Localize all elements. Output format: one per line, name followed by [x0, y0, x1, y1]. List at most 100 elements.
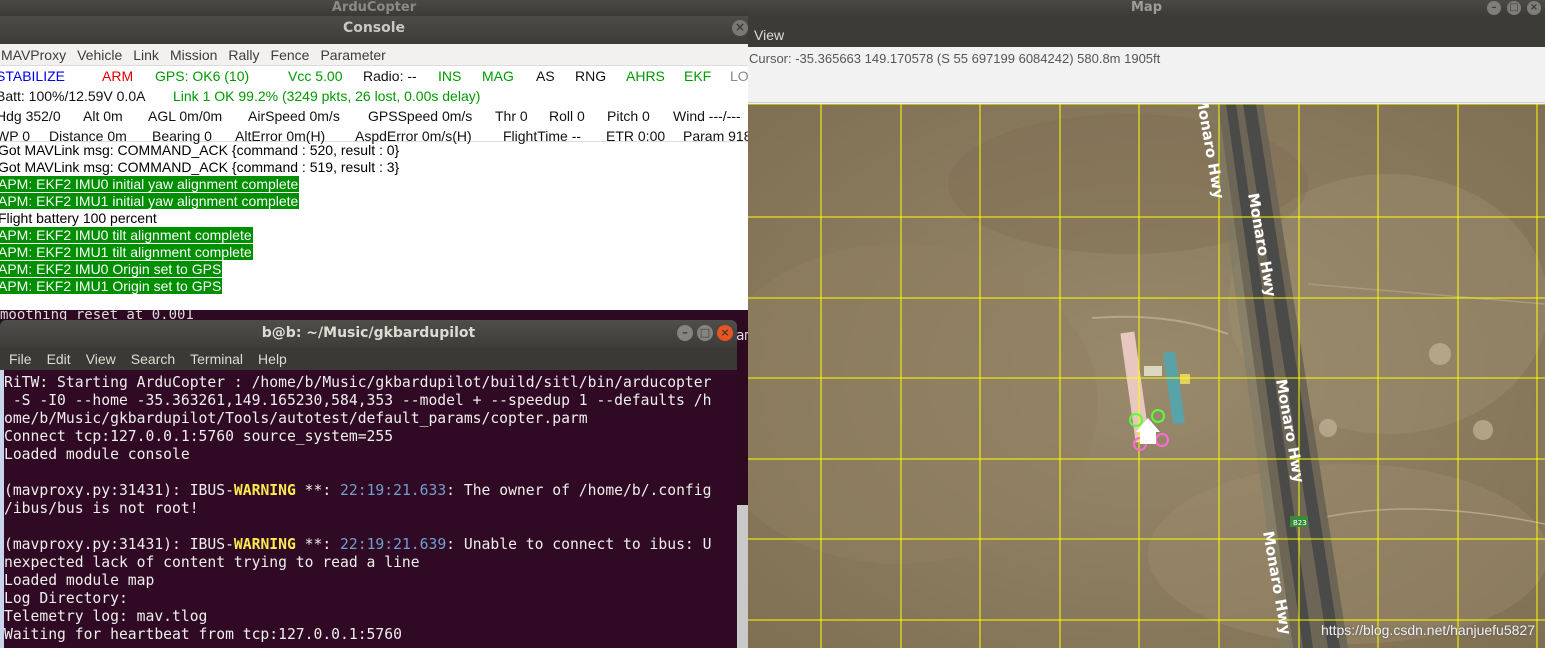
- console-log-text: Flight battery 100 percent: [0, 210, 157, 226]
- waypoint-value: WP 0: [0, 128, 30, 144]
- status-row-1: STABILIZE ARM GPS: OK6 (10) Vcc 5.00 Rad…: [0, 66, 748, 86]
- lo-status: LO: [730, 68, 748, 84]
- alterror-value: AltError 0m(H): [235, 128, 326, 144]
- airspeed-value: AirSpeed 0m/s: [248, 108, 340, 124]
- warning-level: WARNING: [233, 536, 296, 553]
- mag-status: MAG: [482, 68, 514, 84]
- console-log-line: APM: EKF2 IMU0 tilt alignment complete: [0, 227, 748, 244]
- terminal-line: nexpected lack of content trying to read…: [4, 554, 420, 571]
- console-menubar: MAVProxy Vehicle Link Mission Rally Fenc…: [0, 44, 748, 66]
- map-canvas[interactable]: Monaro Hwy Monaro Hwy Monaro Hwy Monaro …: [748, 94, 1545, 648]
- as-status: AS: [536, 68, 555, 84]
- cursor-readout: Cursor: -35.365663 149.170578 (S 55 6971…: [749, 51, 1161, 66]
- warning-time: 22:19:21.633: [340, 482, 447, 499]
- desktop-strip: [736, 505, 748, 648]
- rng-status: RNG: [575, 68, 607, 84]
- menu-terminal[interactable]: Terminal: [190, 351, 243, 367]
- terminal-line: Waiting for heartbeat from tcp:127.0.0.1…: [4, 626, 402, 643]
- aspderror-value: AspdError 0m/s(H): [355, 128, 472, 144]
- console-log-line: APM: EKF2 IMU1 tilt alignment complete: [0, 244, 748, 261]
- terminal-line: Connect tcp:127.0.0.1:5760 source_system…: [4, 428, 394, 445]
- minimize-button[interactable]: –: [677, 325, 693, 341]
- menu-fence[interactable]: Fence: [271, 47, 310, 63]
- radio-status: Radio: --: [363, 68, 417, 84]
- satellite-map[interactable]: Monaro Hwy Monaro Hwy Monaro Hwy Monaro …: [748, 94, 1545, 648]
- map-menu-view[interactable]: View: [754, 27, 784, 43]
- console-log-line: APM: EKF2 IMU0 initial yaw alignment com…: [0, 176, 748, 193]
- map-menubar: View: [748, 17, 1545, 47]
- throttle-value: Thr 0: [495, 108, 528, 124]
- menu-link[interactable]: Link: [133, 47, 159, 63]
- terminal-menubar: File Edit View Search Terminal Help: [0, 348, 737, 370]
- warning-separator: **:: [295, 482, 341, 499]
- map-minimize-button[interactable]: –: [1487, 1, 1501, 15]
- menu-view[interactable]: View: [86, 351, 116, 367]
- map-maximize-button[interactable]: □: [1507, 1, 1521, 15]
- terminal-line: -S -I0 --home -35.363261,149.165230,584,…: [4, 392, 712, 409]
- menu-help[interactable]: Help: [258, 351, 287, 367]
- console-close-button[interactable]: ×: [732, 20, 748, 36]
- battery-status: Batt: 100%/12.59V 0.0A: [0, 88, 146, 104]
- maximize-button[interactable]: □: [697, 325, 713, 341]
- terminal-left-edge: [0, 370, 4, 648]
- warning-separator: **:: [295, 536, 341, 553]
- terminal-titlebar: b@b: ~/Music/gkbardupilot – □ ×: [0, 320, 737, 348]
- console-log-line: Got MAVLink msg: COMMAND_ACK {command : …: [0, 159, 748, 176]
- map-titlebar: Map – □ ×: [748, 0, 1545, 17]
- terminal-line: /ibus/bus is not root!: [4, 500, 199, 517]
- etr-value: ETR 0:00: [606, 128, 666, 144]
- menu-search[interactable]: Search: [131, 351, 175, 367]
- terminal-output[interactable]: RiTW: Starting ArduCopter : /home/b/Musi…: [0, 370, 737, 644]
- map-window: Map – □ × View Cursor: -35.365663 149.17…: [748, 0, 1545, 648]
- menu-file[interactable]: File: [9, 351, 32, 367]
- terminal-warning-line: (mavproxy.py:31431): IBUS-WARNING **: 22…: [4, 536, 737, 554]
- terminal-line: Log Directory:: [4, 590, 128, 607]
- console-log-text: APM: EKF2 IMU0 initial yaw alignment com…: [0, 176, 300, 192]
- terminal-line: ome/b/Music/gkbardupilot/Tools/autotest/…: [4, 410, 588, 427]
- pitch-value: Pitch 0: [607, 108, 650, 124]
- watermark: https://blog.csdn.net/hanjuefu5827: [1320, 622, 1535, 638]
- param-value: Param 918: [683, 128, 748, 144]
- terminal-line: Loaded module console: [4, 446, 190, 463]
- alt-value: Alt 0m: [83, 108, 123, 124]
- console-log-line: APM: EKF2 IMU1 Origin set to GPS: [0, 278, 748, 295]
- console-log-text: Got MAVLink msg: COMMAND_ACK {command : …: [0, 159, 400, 175]
- console-log-line: Flight battery 100 percent: [0, 210, 748, 227]
- map-title: Map: [1130, 0, 1162, 15]
- console-log-text: APM: EKF2 IMU1 Origin set to GPS: [0, 278, 223, 294]
- road-shield: B23: [1293, 519, 1307, 527]
- bearing-value: Bearing 0: [152, 128, 212, 144]
- menu-mission[interactable]: Mission: [170, 47, 217, 63]
- console-log: Got MAVLink msg: COMMAND_ACK {command : …: [0, 141, 748, 295]
- ekf-status: EKF: [684, 68, 712, 84]
- close-button[interactable]: ×: [717, 325, 733, 341]
- console-log-text: APM: EKF2 IMU1 tilt alignment complete: [0, 244, 253, 260]
- background-terminal-edge-text: am: [736, 328, 748, 344]
- distance-value: Distance 0m: [49, 128, 127, 144]
- menu-parameter[interactable]: Parameter: [320, 47, 385, 63]
- status-row-4: WP 0 Distance 0m Bearing 0 AltError 0m(H…: [0, 126, 748, 146]
- gpsspeed-value: GPSSpeed 0m/s: [368, 108, 473, 124]
- map-cursor-bar: Cursor: -35.365663 149.170578 (S 55 6971…: [748, 47, 1545, 103]
- map-close-button[interactable]: ×: [1527, 1, 1541, 15]
- link-status: Link 1 OK 99.2% (3249 pkts, 26 lost, 0.0…: [173, 88, 481, 104]
- terminal-window: b@b: ~/Music/gkbardupilot – □ × File Edi…: [0, 320, 737, 648]
- flighttime-value: FlightTime --: [503, 128, 582, 144]
- menu-edit[interactable]: Edit: [47, 351, 71, 367]
- gps-status: GPS: OK6 (10): [155, 68, 250, 84]
- arducopter-window-title: ArduCopter: [0, 0, 748, 16]
- warning-time: 22:19:21.639: [340, 536, 447, 553]
- wind-value: Wind ---/---: [673, 108, 741, 124]
- status-row-3: Hdg 352/0 Alt 0m AGL 0m/0m AirSpeed 0m/s…: [0, 106, 748, 126]
- flight-mode: STABILIZE: [0, 68, 65, 84]
- menu-rally[interactable]: Rally: [228, 47, 259, 63]
- console-window: Console × MAVProxy Vehicle Link Mission …: [0, 16, 748, 316]
- agl-value: AGL 0m/0m: [148, 108, 223, 124]
- console-log-text: APM: EKF2 IMU0 tilt alignment complete: [0, 227, 253, 243]
- arm-status: ARM: [102, 68, 134, 84]
- menu-mavproxy[interactable]: MAVProxy: [1, 47, 66, 63]
- menu-vehicle[interactable]: Vehicle: [77, 47, 122, 63]
- console-log-line: APM: EKF2 IMU1 initial yaw alignment com…: [0, 193, 748, 210]
